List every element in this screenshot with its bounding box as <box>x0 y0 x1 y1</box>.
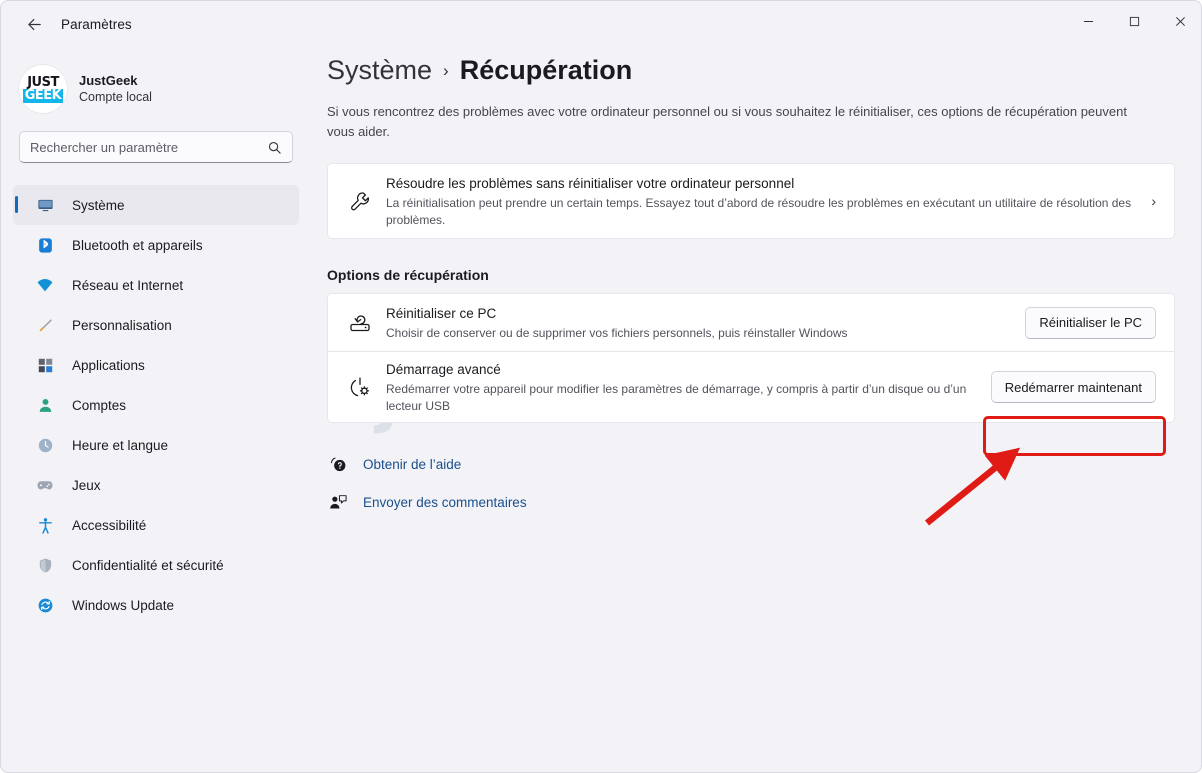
troubleshoot-card-body: Résoudre les problèmes sans réinitialise… <box>380 174 1141 229</box>
gamepad-icon <box>35 475 55 495</box>
sidebar-item-label: Applications <box>72 357 145 373</box>
avatar: JUST GEEK <box>19 65 67 113</box>
link-label: Envoyer des commentaires <box>363 494 527 510</box>
wifi-icon <box>35 275 55 295</box>
search-icon <box>268 141 281 154</box>
troubleshoot-card[interactable]: Résoudre les problèmes sans réinitialise… <box>327 163 1175 239</box>
reset-pc-card: Réinitialiser ce PC Choisir de conserver… <box>327 293 1175 351</box>
sidebar-item-reseau-et-internet[interactable]: Réseau et Internet <box>13 265 299 305</box>
chevron-right-icon[interactable]: › <box>1141 193 1156 209</box>
person-icon <box>35 395 55 415</box>
apps-icon <box>35 355 55 375</box>
restart-now-button[interactable]: Redémarrer maintenant <box>990 371 1156 403</box>
sidebar-item-windows-update[interactable]: Windows Update <box>13 585 299 625</box>
sidebar-item-label: Heure et langue <box>72 437 169 453</box>
sidebar-item-comptes[interactable]: Comptes <box>13 385 299 425</box>
sidebar-item-systeme[interactable]: Système <box>13 185 299 225</box>
reset-pc-button[interactable]: Réinitialiser le PC <box>1025 306 1156 339</box>
close-icon <box>1175 16 1185 26</box>
close-button[interactable] <box>1157 1 1201 41</box>
account-subtitle: Compte local <box>79 90 152 105</box>
advanced-startup-icon <box>340 375 380 399</box>
update-icon <box>35 595 55 615</box>
sidebar-item-label: Comptes <box>72 397 127 413</box>
sidebar-item-label: Jeux <box>72 477 101 493</box>
window-title: Paramètres <box>61 16 132 32</box>
account-name: JustGeek <box>79 72 138 88</box>
accessibility-icon <box>35 515 55 535</box>
window-controls <box>1065 1 1201 47</box>
wrench-icon <box>340 190 380 213</box>
settings-window: Paramètres JUST GEEK JustGeek Compte loc… <box>0 0 1202 773</box>
section-title-options: Options de récupération <box>327 267 489 283</box>
sidebar-item-confidentialite-et-securite[interactable]: Confidentialité et sécurité <box>13 545 299 585</box>
reset-pc-card-body: Réinitialiser ce PC Choisir de conserver… <box>380 304 1025 342</box>
bluetooth-icon <box>35 235 55 255</box>
back-arrow-icon <box>27 18 41 30</box>
account-text: JustGeek Compte local <box>79 72 152 106</box>
footer-links: Obtenir de l’aide Envoyer des commentair… <box>327 449 1201 517</box>
help-icon <box>327 454 349 474</box>
sidebar-item-label: Système <box>72 197 125 213</box>
advanced-startup-card-body: Démarrage avancé Redémarrer votre appare… <box>380 360 991 415</box>
card-subtitle: La réinitialisation peut prendre un cert… <box>386 195 1132 227</box>
sidebar-item-label: Confidentialité et sécurité <box>72 557 224 573</box>
card-subtitle: Redémarrer votre appareil pour modifier … <box>386 381 967 413</box>
sidebar-item-label: Bluetooth et appareils <box>72 237 203 253</box>
maximize-button[interactable] <box>1111 1 1157 41</box>
main-content: Système › Récupération Si vous rencontre… <box>311 47 1201 772</box>
back-button[interactable] <box>17 8 51 40</box>
card-title: Réinitialiser ce PC <box>386 305 497 321</box>
link-label: Obtenir de l’aide <box>363 456 462 472</box>
sidebar-item-accessibilite[interactable]: Accessibilité <box>13 505 299 545</box>
sidebar-item-label: Windows Update <box>72 597 175 613</box>
page-title: Récupération <box>459 55 633 85</box>
title-bar: Paramètres <box>1 1 1201 47</box>
maximize-icon <box>1129 16 1139 26</box>
card-subtitle: Choisir de conserver ou de supprimer vos… <box>386 325 848 340</box>
account-block[interactable]: JUST GEEK JustGeek Compte local <box>1 47 311 117</box>
shield-icon <box>35 555 55 575</box>
reset-pc-icon <box>340 311 380 335</box>
sidebar-item-bluetooth-et-appareils[interactable]: Bluetooth et appareils <box>13 225 299 265</box>
avatar-logo-bottom: GEEK <box>22 87 64 103</box>
search-input[interactable] <box>30 139 267 155</box>
sidebar-item-label: Accessibilité <box>72 517 147 533</box>
card-title: Démarrage avancé <box>386 361 501 377</box>
send-feedback-link[interactable]: Envoyer des commentaires <box>327 487 527 517</box>
sidebar-item-personnalisation[interactable]: Personnalisation <box>13 305 299 345</box>
breadcrumb: Système › Récupération <box>327 55 1201 86</box>
avatar-logo-top: JUST <box>27 74 59 90</box>
sidebar-item-applications[interactable]: Applications <box>13 345 299 385</box>
sidebar: JUST GEEK JustGeek Compte local Recherch… <box>1 47 311 772</box>
page-description: Si vous rencontrez des problèmes avec vo… <box>327 104 1127 139</box>
sidebar-item-label: Personnalisation <box>72 317 172 333</box>
chevron-right-icon: › <box>443 61 449 80</box>
minimize-button[interactable] <box>1065 1 1111 41</box>
get-help-link[interactable]: Obtenir de l’aide <box>327 449 461 479</box>
minimize-icon <box>1083 20 1093 22</box>
clock-icon <box>35 435 55 455</box>
sidebar-item-label: Réseau et Internet <box>72 277 184 293</box>
monitor-icon <box>35 195 55 215</box>
feedback-icon <box>327 492 349 512</box>
breadcrumb-parent[interactable]: Système <box>327 55 432 86</box>
paintbrush-icon <box>35 315 55 335</box>
sidebar-nav: Système Bluetooth et appareils Réseau et… <box>1 185 311 625</box>
sidebar-item-jeux[interactable]: Jeux <box>13 465 299 505</box>
sidebar-item-heure-et-langue[interactable]: Heure et langue <box>13 425 299 465</box>
search-box[interactable] <box>19 131 293 163</box>
advanced-startup-card: Démarrage avancé Redémarrer votre appare… <box>327 351 1175 423</box>
card-title: Résoudre les problèmes sans réinitialise… <box>386 175 795 191</box>
